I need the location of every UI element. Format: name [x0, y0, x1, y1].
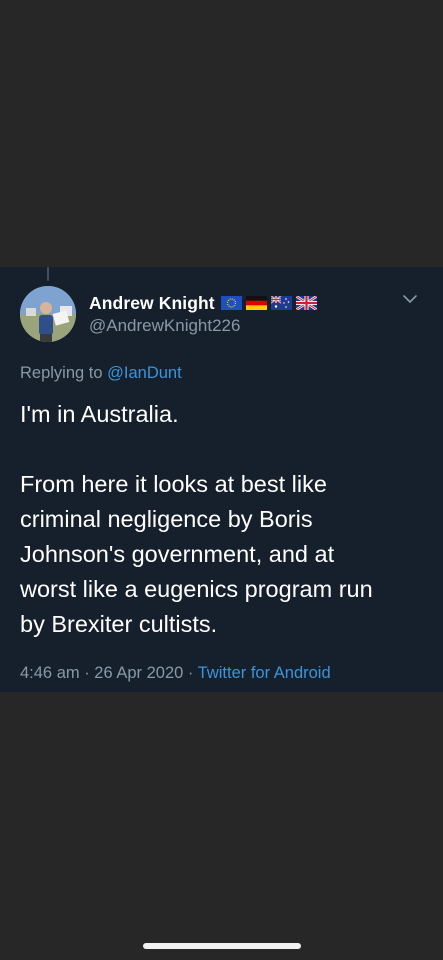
tweet-card[interactable]: Andrew Knight @AndrewKnight226 Replying …: [0, 267, 443, 692]
tweet-text-line: criminal negligence by Boris: [20, 506, 313, 532]
thread-connector-line: [47, 267, 49, 281]
tweet-text-line: From here it looks at best like: [20, 471, 327, 497]
user-handle[interactable]: @AndrewKnight226: [89, 316, 240, 336]
display-name[interactable]: Andrew Knight: [89, 293, 215, 314]
australia-flag-icon: [270, 296, 292, 310]
chevron-down-icon[interactable]: [402, 293, 418, 305]
home-indicator-bar[interactable]: [143, 943, 301, 949]
tweet-text-line: Johnson's government, and at: [20, 541, 335, 567]
replying-to-line: Replying to @IanDunt: [20, 364, 182, 383]
tweet-text-line: by Brexiter cultists.: [20, 611, 218, 637]
tweet-text-line: worst like a eugenics program run: [20, 576, 373, 602]
tweet-text-line: I'm in Australia.: [20, 401, 179, 427]
eu-flag-icon: [220, 296, 242, 310]
tweet-date: 26 Apr 2020: [94, 664, 184, 682]
replying-to-label: Replying to: [20, 364, 108, 382]
uk-flag-icon: [295, 296, 317, 310]
top-blank-area: [0, 0, 443, 267]
tweet-text: I'm in Australia. From here it looks at …: [20, 397, 430, 642]
avatar[interactable]: [20, 286, 76, 342]
meta-separator: ·: [183, 664, 198, 682]
meta-separator: ·: [79, 664, 95, 682]
tweet-metadata: 4:46 am · 26 Apr 2020 · Twitter for Andr…: [20, 664, 331, 683]
bottom-blank-area: [0, 692, 443, 960]
germany-flag-icon: [245, 296, 267, 310]
flag-emojis: [220, 296, 317, 310]
tweet-time: 4:46 am: [20, 664, 80, 682]
tweet-source-link[interactable]: Twitter for Android: [198, 664, 331, 682]
author-name-row: Andrew Knight: [89, 292, 317, 314]
reply-mention-link[interactable]: @IanDunt: [107, 364, 182, 382]
